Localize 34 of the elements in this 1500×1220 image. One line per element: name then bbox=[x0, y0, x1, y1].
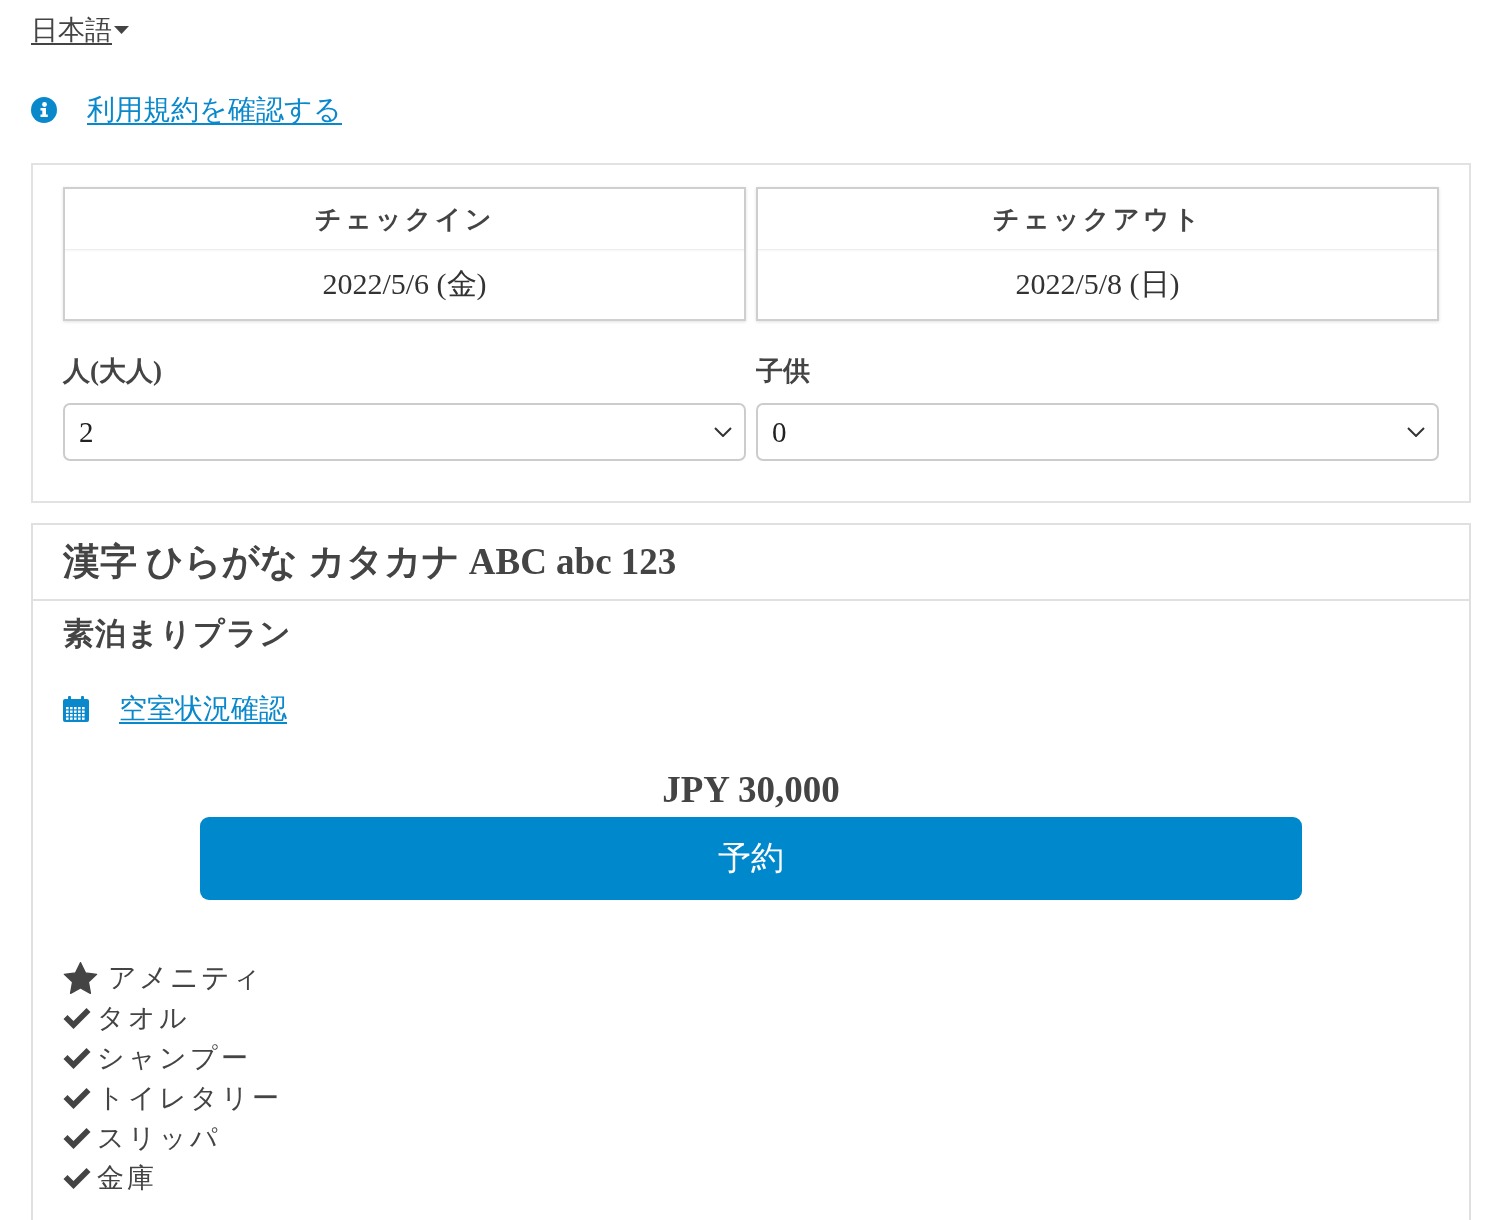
terms-link[interactable]: 利用規約を確認する bbox=[87, 92, 342, 128]
amenity-item: シャンプー bbox=[97, 1042, 251, 1075]
price: JPY 30,000 bbox=[661, 768, 841, 812]
amenity-item: トイレタリー bbox=[97, 1082, 282, 1115]
field-label: 人(大人) bbox=[63, 355, 163, 388]
amenity-item: スリッパ bbox=[97, 1122, 221, 1155]
date-label: チェックアウト bbox=[758, 189, 1437, 250]
chevron-down-icon bbox=[1407, 427, 1425, 437]
plan-name: 素泊まりプラン bbox=[63, 615, 293, 653]
check-icon bbox=[63, 1007, 91, 1029]
availability-link[interactable]: 空室状況確認 bbox=[119, 691, 287, 727]
caret-icon bbox=[114, 26, 129, 34]
reserve-button[interactable]: 予約 bbox=[200, 817, 1302, 900]
check-icon bbox=[63, 1047, 91, 1069]
date-value: 2022/5/8 (日) bbox=[1014, 266, 1181, 302]
select-field[interactable]: 0 bbox=[756, 403, 1439, 461]
check-icon bbox=[63, 1167, 91, 1189]
language-selector[interactable]: 日本語 bbox=[31, 12, 129, 48]
check-icon bbox=[63, 1127, 91, 1149]
select-field[interactable]: 2 bbox=[63, 403, 746, 461]
check-icon bbox=[63, 1087, 91, 1109]
calendar-icon bbox=[63, 696, 89, 722]
chevron-down-icon bbox=[714, 427, 732, 437]
info-icon bbox=[31, 97, 57, 123]
plan-title: 漢字 ひらがな カタカナ ABC abc 123 bbox=[63, 540, 677, 584]
date-card[interactable]: チェックイン 2022/5/6 (金) bbox=[63, 187, 746, 321]
field-label: 子供 bbox=[756, 355, 811, 388]
amenity-item: 金庫 bbox=[97, 1162, 157, 1195]
date-value: 2022/5/6 (金) bbox=[321, 266, 488, 302]
star-icon bbox=[63, 961, 98, 995]
amenity-item: タオル bbox=[97, 1002, 190, 1035]
date-label: チェックイン bbox=[65, 189, 744, 250]
amenities-heading: アメニティ bbox=[108, 961, 263, 995]
date-card[interactable]: チェックアウト 2022/5/8 (日) bbox=[756, 187, 1439, 321]
